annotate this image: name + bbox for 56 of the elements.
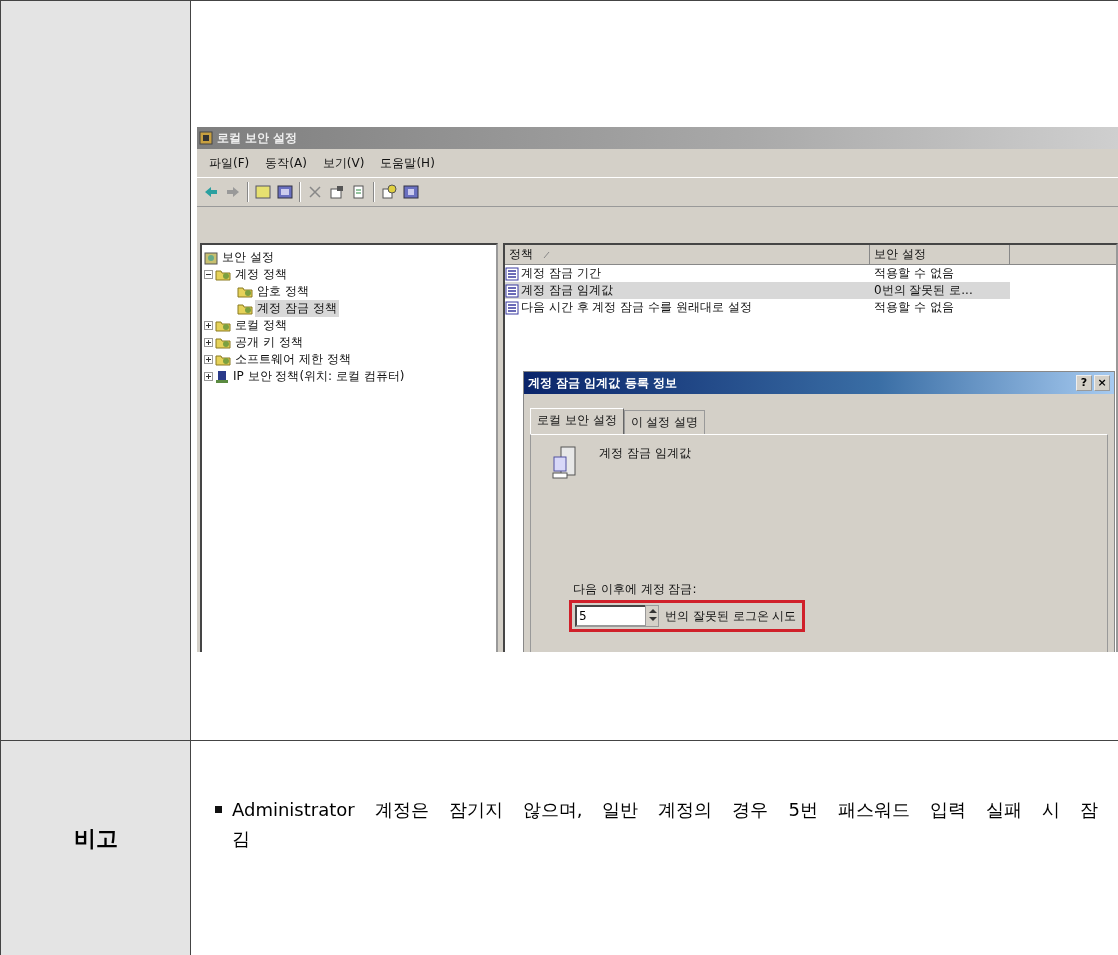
- app-icon: [199, 131, 213, 145]
- tree-item[interactable]: 암호 정책: [255, 283, 311, 300]
- menu-item[interactable]: 보기(V): [322, 154, 365, 172]
- folder-icon: [215, 336, 231, 349]
- tree-item[interactable]: 로컬 정책: [233, 317, 289, 334]
- folder-icon: [237, 302, 253, 315]
- collapse-icon[interactable]: [204, 270, 213, 279]
- expand-icon[interactable]: [204, 355, 213, 364]
- menu-item[interactable]: 파일(F): [209, 154, 250, 172]
- computer-icon: [215, 369, 229, 384]
- server-icon: [551, 445, 579, 481]
- tree-item[interactable]: 보안 설정: [220, 249, 276, 266]
- close-button[interactable]: ×: [1094, 375, 1110, 391]
- column-header[interactable]: 보안 설정: [870, 245, 1010, 265]
- menu-item[interactable]: 동작(A): [265, 154, 307, 172]
- tab[interactable]: 로컬 보안 설정: [530, 408, 624, 434]
- tree-item[interactable]: 계정 잠금 정책: [255, 300, 339, 317]
- expand-icon[interactable]: [204, 321, 213, 330]
- policy-setting: 적용할 수 없음: [873, 265, 955, 282]
- menu-item[interactable]: 도움말(H): [380, 154, 435, 172]
- policy-name: 계정 잠금 기간: [521, 265, 601, 282]
- folder-icon: [215, 353, 231, 366]
- export-icon[interactable]: [351, 184, 367, 200]
- expand-icon[interactable]: [204, 372, 213, 381]
- remark-text: Administrator 계정은 잠기지 않으며, 일반 계정의 경우 5번 패스워드 입력 실패 시 잠김: [232, 797, 1098, 851]
- policy-setting: 적용할 수 없음: [873, 299, 955, 316]
- expand-icon[interactable]: [204, 338, 213, 347]
- row-header: 비고: [73, 824, 118, 853]
- folder-icon: [237, 285, 253, 298]
- column-label: 정책: [509, 246, 533, 263]
- tab[interactable]: 이 설정 설명: [623, 410, 706, 434]
- pane-icon[interactable]: [277, 184, 293, 200]
- list-row[interactable]: 계정 잠금 임계값 0번의 잘못된 로...: [505, 282, 1010, 299]
- number-field[interactable]: 5: [575, 605, 645, 627]
- properties-icon[interactable]: [329, 184, 345, 200]
- bullet-icon: [215, 805, 222, 813]
- field-suffix: 번의 잘못된 로그온 시도: [665, 607, 797, 625]
- list-row[interactable]: 다음 시간 후 계정 잠금 수를 원래대로 설정 적용할 수 없음: [505, 299, 1116, 316]
- pane-icon[interactable]: [403, 184, 419, 200]
- folder-icon: [215, 268, 231, 281]
- policy-name: 계정 잠금 임계값: [521, 282, 613, 299]
- tree-item[interactable]: 계정 정책: [233, 266, 289, 283]
- tree-item[interactable]: 공개 키 정책: [233, 334, 305, 351]
- tree-item[interactable]: 소프트웨어 제한 정책: [233, 351, 353, 368]
- policy-heading: 계정 잠금 임계값: [599, 445, 691, 462]
- dialog-title: 계정 잠금 임계값 등록 정보: [528, 374, 678, 392]
- sort-icon: [543, 250, 551, 259]
- spinner-control[interactable]: [645, 605, 659, 627]
- policy-name: 다음 시간 후 계정 잠금 수를 원래대로 설정: [521, 299, 752, 316]
- help-button[interactable]: ?: [1076, 375, 1092, 391]
- folder-icon: [215, 319, 231, 332]
- list-row[interactable]: 계정 잠금 기간 적용할 수 없음: [505, 265, 1116, 282]
- window-title: 로컬 보안 설정: [217, 129, 298, 147]
- tree-item[interactable]: IP 보안 정책(위치: 로컬 컴퓨터): [231, 368, 407, 385]
- column-header[interactable]: 정책: [505, 245, 870, 265]
- field-label: 다음 이후에 계정 잠금:: [573, 581, 698, 598]
